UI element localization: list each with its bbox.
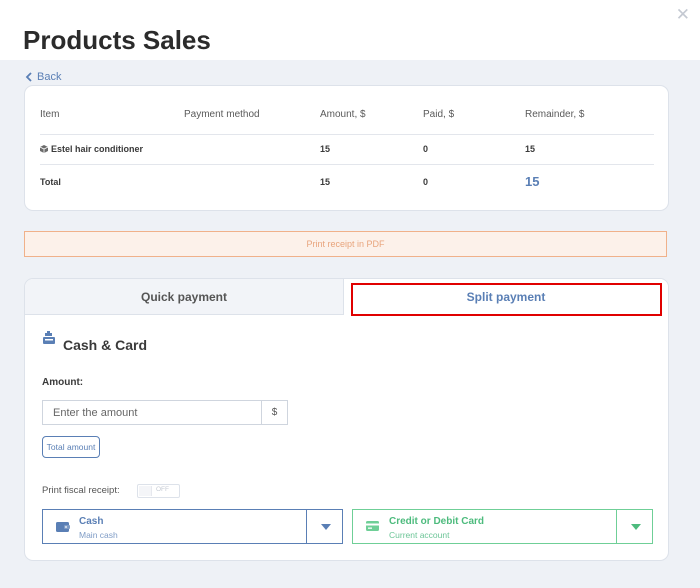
back-label: Back xyxy=(37,71,62,83)
header-bar: Products Sales ✕ xyxy=(0,0,700,60)
cash-register-icon xyxy=(43,331,55,344)
amount-input[interactable] xyxy=(42,400,261,425)
col-payment-method: Payment method xyxy=(184,108,260,120)
payment-section-title: Cash & Card xyxy=(63,337,148,353)
total-paid: 0 xyxy=(423,176,429,187)
item-name: Estel hair conditioner xyxy=(51,144,144,154)
paid-cell: 0 xyxy=(423,144,429,154)
cash-account-select[interactable]: Cash Main cash xyxy=(42,509,343,544)
toggle-state: OFF xyxy=(156,486,169,493)
close-icon[interactable]: ✕ xyxy=(676,6,690,23)
fiscal-receipt-toggle[interactable]: OFF xyxy=(137,484,180,498)
total-remainder: 15 xyxy=(525,174,540,189)
total-amount-button[interactable]: Total amount xyxy=(42,436,100,458)
tab-split-payment[interactable]: Split payment xyxy=(344,279,668,314)
table-total-row: Total 15 0 15 xyxy=(40,164,654,198)
table-header-row: Item Payment method Amount, $ Paid, $ Re… xyxy=(40,104,654,124)
back-link[interactable]: Back xyxy=(25,71,61,83)
sale-summary-table: Item Payment method Amount, $ Paid, $ Re… xyxy=(24,85,669,211)
currency-addon: $ xyxy=(261,400,288,425)
table-row: Estel hair conditioner 15 0 15 xyxy=(40,134,654,163)
cash-select-label: Cash xyxy=(79,516,104,527)
cash-select-sub: Main cash xyxy=(79,530,118,540)
card-select-label: Credit or Debit Card xyxy=(389,516,485,527)
card-select-sub: Current account xyxy=(389,530,450,540)
col-paid: Paid, $ xyxy=(423,108,455,120)
chevron-left-icon xyxy=(25,72,32,82)
amount-cell: 15 xyxy=(320,144,331,154)
page-title: Products Sales xyxy=(23,25,211,55)
toggle-knob xyxy=(139,486,152,496)
chevron-down-icon[interactable] xyxy=(631,524,641,530)
item-cell: Estel hair conditioner xyxy=(40,144,184,154)
remainder-cell: 15 xyxy=(525,144,536,154)
print-receipt-pdf-button[interactable]: Print receipt in PDF xyxy=(24,231,667,257)
credit-card-icon xyxy=(366,521,379,531)
fiscal-receipt-label: Print fiscal receipt: xyxy=(42,485,120,496)
tab-quick-payment[interactable]: Quick payment xyxy=(25,279,344,315)
total-label: Total xyxy=(40,176,61,187)
payment-panel: Quick payment Split payment Cash & Card … xyxy=(24,278,669,561)
cash-select-divider xyxy=(306,510,307,543)
card-account-select[interactable]: Credit or Debit Card Current account xyxy=(352,509,653,544)
col-remainder: Remainder, $ xyxy=(525,108,585,120)
wallet-icon xyxy=(56,522,70,532)
total-amount: 15 xyxy=(320,176,331,187)
card-select-divider xyxy=(616,510,617,543)
box-icon xyxy=(40,145,48,153)
col-amount: Amount, $ xyxy=(320,108,366,120)
amount-label: Amount: xyxy=(42,377,84,388)
chevron-down-icon[interactable] xyxy=(321,524,331,530)
col-item: Item xyxy=(40,108,60,120)
